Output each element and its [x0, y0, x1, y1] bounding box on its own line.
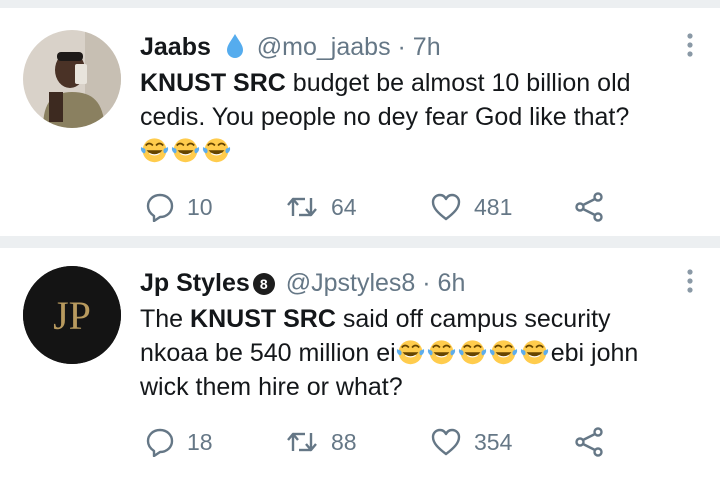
tweet-actions: 18 88 354 — [140, 425, 620, 459]
reply-button[interactable]: 18 — [145, 425, 213, 459]
laughing-emoji-icon — [427, 338, 456, 365]
laughing-emoji-icon — [140, 136, 169, 163]
like-count: 481 — [474, 193, 513, 220]
emoji-row — [140, 134, 700, 168]
share-button[interactable] — [574, 425, 606, 459]
like-button[interactable]: 354 — [430, 425, 512, 459]
text-prefix: The — [140, 305, 191, 333]
tweet-time[interactable]: · 6h — [422, 269, 465, 297]
laughing-emoji-icon — [520, 338, 549, 365]
like-icon — [430, 192, 462, 222]
retweet-icon — [285, 427, 319, 457]
text-line-3: wick them hire or what? — [140, 373, 403, 401]
reply-count: 18 — [187, 428, 213, 455]
eight-ball-icon: 8 — [252, 273, 275, 295]
text-line-2a: nkoaa be 540 million ei — [140, 339, 396, 367]
reply-icon — [145, 192, 175, 222]
reply-count: 10 — [187, 193, 213, 220]
tweet[interactable]: Jaabs @mo_jaabs · 7h KNUST SRC budget be… — [0, 8, 720, 236]
reply-icon — [145, 427, 175, 457]
avatar-monogram: JP — [53, 293, 91, 338]
timeline-divider — [0, 236, 720, 248]
share-button[interactable] — [574, 190, 606, 224]
laughing-emoji-icon — [489, 338, 518, 365]
text-line-2: cedis. You people no dey fear God like t… — [140, 103, 630, 131]
retweet-icon — [285, 192, 319, 222]
text-bold: KNUST SRC — [140, 69, 286, 97]
tweet-actions: 10 64 481 — [140, 190, 620, 224]
laughing-emoji-icon — [396, 338, 425, 365]
like-icon — [430, 427, 462, 457]
tweet-text: The KNUST SRC said off campus security n… — [140, 302, 700, 404]
tweet-header: Jaabs @mo_jaabs · 7h — [140, 31, 441, 63]
more-options-icon[interactable] — [686, 268, 694, 294]
avatar[interactable] — [23, 30, 121, 128]
user-handle[interactable]: @Jpstyles8 — [286, 269, 416, 297]
like-button[interactable]: 481 — [430, 190, 512, 224]
display-name[interactable]: Jaabs — [140, 33, 211, 61]
display-name[interactable]: Jp Styles — [140, 269, 250, 297]
tweet-time[interactable]: · 7h — [398, 33, 441, 61]
jp-logo: JP — [23, 266, 121, 364]
tweet-text: KNUST SRC budget be almost 10 billion ol… — [140, 66, 700, 168]
text-line-1: budget be almost 10 billion old — [285, 69, 631, 97]
share-icon — [574, 427, 606, 457]
text-line-2b: ebi john — [550, 339, 639, 367]
share-icon — [574, 192, 606, 222]
tweet-header: Jp Styles 8 @Jpstyles8 · 6h — [140, 267, 465, 299]
water-drop-icon — [226, 34, 243, 58]
timeline-divider — [0, 0, 720, 8]
laughing-emoji-icon — [202, 136, 231, 163]
more-options-icon[interactable] — [686, 32, 694, 58]
avatar-photo — [23, 30, 121, 128]
text-bold: KNUST SRC — [190, 305, 336, 333]
retweet-count: 64 — [331, 193, 357, 220]
text-line-1: said off campus security — [335, 305, 611, 333]
like-count: 354 — [474, 428, 513, 455]
laughing-emoji-icon — [171, 136, 200, 163]
tweet[interactable]: JP Jp Styles 8 @Jpstyles8 · 6h The KNUST … — [0, 248, 720, 480]
reply-button[interactable]: 10 — [145, 190, 213, 224]
user-handle[interactable]: @mo_jaabs — [257, 33, 391, 61]
retweet-button[interactable]: 88 — [285, 425, 357, 459]
retweet-button[interactable]: 64 — [285, 190, 357, 224]
laughing-emoji-icon — [458, 338, 487, 365]
avatar[interactable]: JP — [23, 266, 121, 364]
retweet-count: 88 — [331, 428, 357, 455]
